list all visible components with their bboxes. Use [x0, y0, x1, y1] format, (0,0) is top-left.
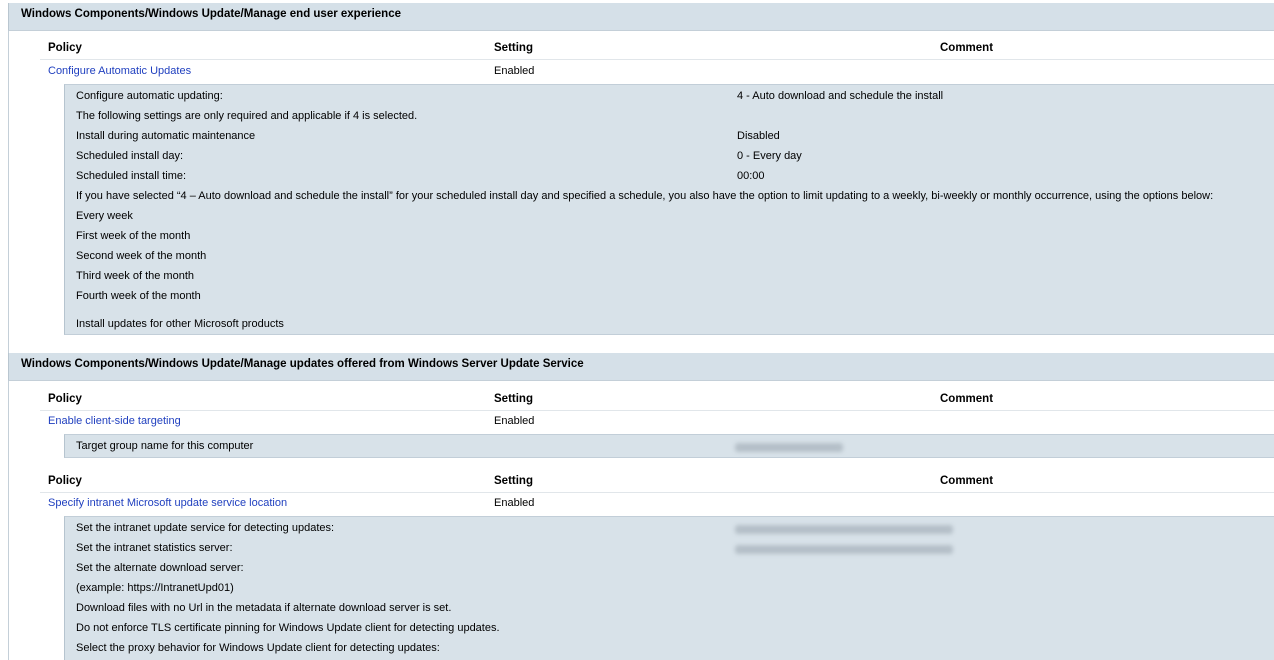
- detail-row: If you have selected “4 – Auto download …: [76, 190, 1213, 206]
- column-header-policy: Policy: [48, 393, 82, 405]
- detail-label: Third week of the month: [76, 270, 195, 282]
- column-header-setting: Setting: [494, 42, 533, 54]
- policy-row: Specify intranet Microsoft update servic…: [40, 494, 1274, 514]
- detail-label: Select the proxy behavior for Windows Up…: [76, 642, 440, 654]
- detail-row: Target group name for this computer: [76, 440, 253, 456]
- detail-label: First week of the month: [76, 230, 191, 242]
- section-title: Windows Components/Windows Update/Manage…: [21, 8, 401, 20]
- detail-row: The following settings are only required…: [76, 110, 417, 126]
- detail-label: Fourth week of the month: [76, 290, 201, 302]
- policy-link-specify-intranet-update-location[interactable]: Specify intranet Microsoft update servic…: [48, 497, 287, 509]
- column-header-comment: Comment: [940, 475, 994, 487]
- column-header-comment: Comment: [940, 393, 994, 405]
- detail-label: Set the intranet update service for dete…: [76, 522, 335, 534]
- detail-row: Configure automatic updating:: [76, 90, 223, 106]
- detail-label: The following settings are only required…: [76, 110, 418, 122]
- column-header-row: Policy Setting Comment: [40, 472, 1274, 493]
- policy-details-panel: Set the intranet update service for dete…: [64, 516, 1274, 660]
- detail-label: Set the intranet statistics server:: [76, 542, 233, 554]
- detail-value: 00:00: [737, 170, 765, 182]
- column-header-row: Policy Setting Comment: [40, 390, 1274, 411]
- redacted-value: [735, 525, 953, 534]
- detail-row: Scheduled install day:: [76, 150, 183, 166]
- detail-row: First week of the month: [76, 230, 190, 246]
- section-header-end-user-experience[interactable]: Windows Components/Windows Update/Manage…: [8, 3, 1274, 31]
- redacted-value: [735, 545, 953, 554]
- column-header-setting: Setting: [494, 393, 533, 405]
- detail-row: Download files with no Url in the metada…: [76, 602, 451, 618]
- column-header-setting: Setting: [494, 475, 533, 487]
- detail-row: Set the intranet statistics server:: [76, 542, 233, 558]
- detail-row: Third week of the month: [76, 270, 194, 286]
- detail-row: Install updates for other Microsoft prod…: [76, 318, 284, 334]
- detail-value: Disabled: [737, 130, 780, 142]
- section-gutter: [8, 31, 9, 353]
- column-header-row: Policy Setting Comment: [40, 39, 1274, 60]
- section-gutter: [8, 381, 9, 660]
- column-header-comment: Comment: [940, 42, 994, 54]
- detail-label: (example: https://IntranetUpd01): [76, 582, 234, 594]
- column-header-policy: Policy: [48, 475, 82, 487]
- detail-label: Configure automatic updating:: [76, 90, 223, 102]
- detail-row: Second week of the month: [76, 250, 206, 266]
- section-header-wsus[interactable]: Windows Components/Windows Update/Manage…: [8, 353, 1274, 381]
- detail-value: 0 - Every day: [737, 150, 802, 162]
- detail-label: Second week of the month: [76, 250, 207, 262]
- section-title: Windows Components/Windows Update/Manage…: [21, 358, 584, 370]
- detail-label: Scheduled install day:: [76, 150, 184, 162]
- detail-label: Every week: [76, 210, 133, 222]
- detail-label: Target group name for this computer: [76, 440, 254, 452]
- policy-setting: Enabled: [494, 65, 535, 77]
- detail-row: Set the alternate download server:: [76, 562, 244, 578]
- column-header-policy: Policy: [48, 42, 82, 54]
- detail-row: Install during automatic maintenance: [76, 130, 255, 146]
- policy-row: Enable client-side targeting Enabled: [40, 412, 1274, 432]
- detail-label: Do not enforce TLS certificate pinning f…: [76, 622, 500, 634]
- detail-label: Install updates for other Microsoft prod…: [76, 318, 284, 330]
- detail-value: 4 - Auto download and schedule the insta…: [737, 90, 944, 102]
- detail-label: Set the alternate download server:: [76, 562, 244, 574]
- detail-label: Install during automatic maintenance: [76, 130, 256, 142]
- detail-label: If you have selected “4 – Auto download …: [76, 190, 1214, 202]
- detail-row: Every week: [76, 210, 133, 226]
- policy-link-enable-client-side-targeting[interactable]: Enable client-side targeting: [48, 415, 181, 427]
- policy-row: Configure Automatic Updates Enabled: [40, 62, 1274, 82]
- detail-row: Scheduled install time:: [76, 170, 186, 186]
- policy-link-configure-automatic-updates[interactable]: Configure Automatic Updates: [48, 65, 191, 77]
- detail-label: Scheduled install time:: [76, 170, 187, 182]
- detail-label: Download files with no Url in the metada…: [76, 602, 452, 614]
- detail-row: Set the intranet update service for dete…: [76, 522, 334, 538]
- detail-row: Do not enforce TLS certificate pinning f…: [76, 622, 500, 638]
- policy-setting: Enabled: [494, 497, 535, 509]
- policy-details-panel: Configure automatic updating: 4 - Auto d…: [64, 84, 1274, 335]
- policy-details-panel: Target group name for this computer: [64, 434, 1274, 458]
- redacted-value: [735, 443, 843, 452]
- policy-setting: Enabled: [494, 415, 535, 427]
- detail-row: (example: https://IntranetUpd01): [76, 582, 234, 598]
- detail-row: Select the proxy behavior for Windows Up…: [76, 642, 440, 658]
- detail-row: Fourth week of the month: [76, 290, 201, 306]
